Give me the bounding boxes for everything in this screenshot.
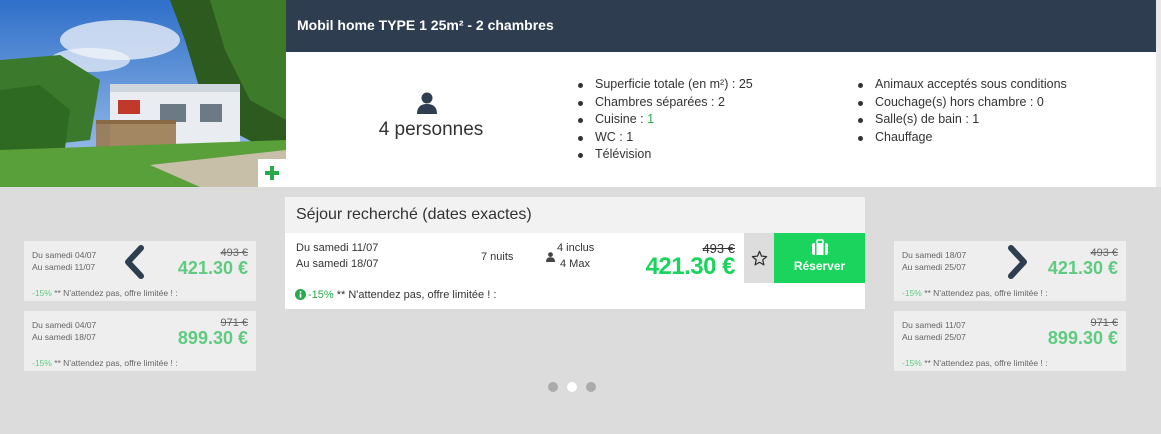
feature-item: Salle(s) de bain : 1 — [854, 111, 1067, 129]
mobile-home-photo — [0, 0, 286, 187]
feature-item: Superficie totale (en m²) : 25 — [574, 76, 753, 94]
carousel-dots — [548, 382, 598, 394]
scroll-edge — [1156, 0, 1161, 187]
feature-item: Cuisine : 1 — [574, 111, 753, 129]
star-icon — [751, 250, 767, 266]
user-icon — [417, 92, 437, 114]
searched-stay-heading: Séjour recherché (dates exactes) — [296, 206, 532, 223]
guests-max: 4 Max — [560, 258, 590, 270]
user-icon — [546, 252, 555, 262]
listing-photo[interactable] — [0, 0, 286, 187]
chevron-left-icon[interactable] — [122, 245, 146, 279]
stay-nights: 7 nuits — [481, 251, 514, 263]
searched-stay-card: Séjour recherché (dates exactes) Du same… — [285, 197, 865, 309]
feature-item: WC : 1 — [574, 129, 753, 147]
favorite-button[interactable] — [744, 233, 774, 283]
searched-stay-header: Séjour recherché (dates exactes) — [285, 197, 865, 233]
feature-item: Chambres séparées : 2 — [574, 94, 753, 112]
listing-title-bar: Mobil home TYPE 1 25m² - 2 chambres — [286, 0, 1156, 52]
listing-info-panel: 4 personnes Superficie totale (en m²) : … — [286, 52, 1156, 187]
new-price: 421.30 € — [645, 253, 736, 280]
info-icon — [295, 289, 306, 300]
reserve-button[interactable]: Réserver — [774, 233, 865, 283]
reserve-label: Réserver — [793, 259, 846, 273]
guests-included: 4 inclus — [557, 242, 595, 254]
feature-item: Couchage(s) hors chambre : 0 — [854, 94, 1067, 112]
stay-from-date: Du samedi 11/07 — [296, 242, 379, 254]
alternative-stay-card[interactable]: Du samedi 11/07 Au samedi 25/07 971 € 89… — [894, 311, 1126, 371]
persons-count: 4 personnes — [378, 119, 484, 140]
plus-icon — [265, 166, 279, 180]
feature-item: Télévision — [574, 146, 753, 164]
stay-to-date: Au samedi 18/07 — [296, 258, 379, 270]
feature-item: Animaux acceptés sous conditions — [854, 76, 1067, 94]
persons-block: 4 personnes — [286, 52, 576, 187]
carousel-dot[interactable] — [586, 382, 596, 392]
alternative-stay-card[interactable]: Du samedi 04/07 Au samedi 18/07 971 € 89… — [24, 311, 256, 371]
carousel-dot[interactable] — [548, 382, 558, 392]
chevron-right-icon[interactable] — [1006, 245, 1030, 279]
listing-title: Mobil home TYPE 1 25m² - 2 chambres — [297, 17, 554, 33]
features-list-right: Animaux acceptés sous conditions Couchag… — [854, 76, 1067, 146]
features-list-left: Superficie totale (en m²) : 25 Chambres … — [574, 76, 753, 164]
feature-item: Chauffage — [854, 129, 1067, 147]
add-photo-button[interactable] — [258, 159, 286, 187]
carousel-dot[interactable] — [567, 382, 577, 392]
suitcase-icon — [812, 239, 828, 255]
promo-line: -15% ** N'attendez pas, offre limitée ! … — [295, 289, 496, 301]
